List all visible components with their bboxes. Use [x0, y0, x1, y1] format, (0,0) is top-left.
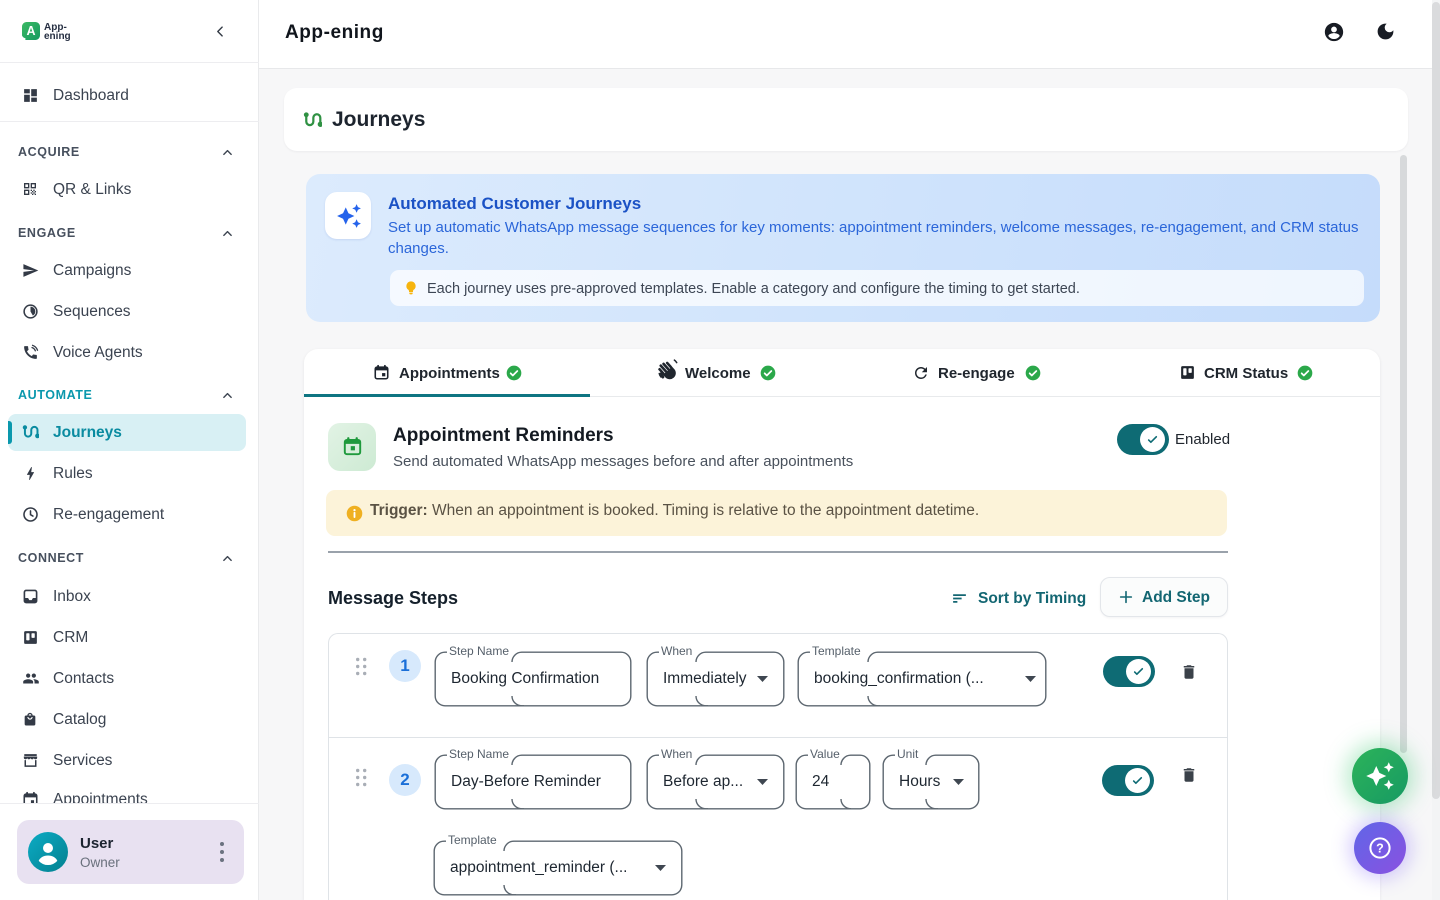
svg-text:A: A: [26, 24, 35, 38]
svg-text:?: ?: [1376, 841, 1384, 855]
